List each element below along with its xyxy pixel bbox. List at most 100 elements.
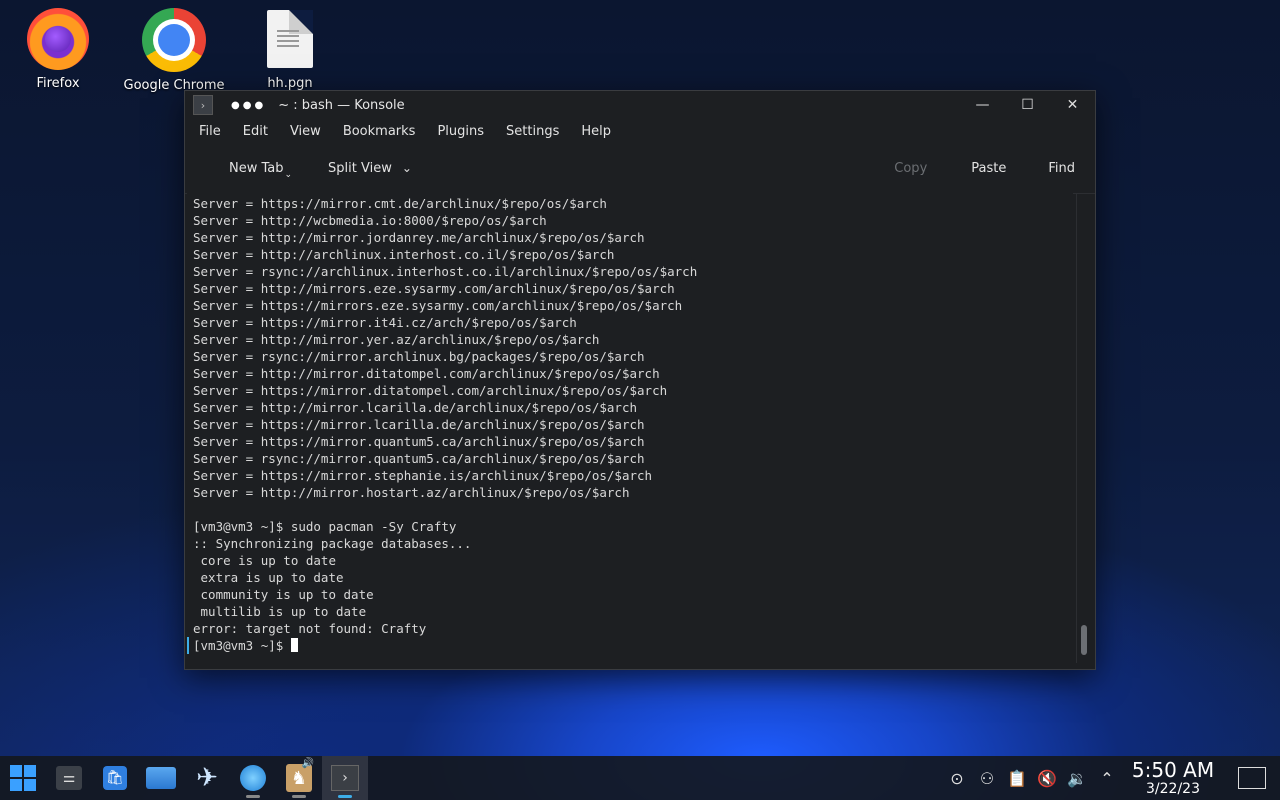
user-switch-icon[interactable]: ⚇	[972, 769, 1002, 788]
terminal-line: Server = https://mirror.it4i.cz/arch/$re…	[193, 315, 577, 330]
system-settings-icon: ⚌	[56, 766, 82, 790]
konsole-app-icon[interactable]: ›	[193, 95, 213, 115]
terminal-output[interactable]: Server = https://mirror.cmt.de/archlinux…	[187, 193, 1073, 663]
terminal-line: extra is up to date	[193, 570, 344, 585]
terminal-line: Server = http://mirror.ditatompel.com/ar…	[193, 366, 660, 381]
terminal-line: error: target not found: Crafty	[193, 621, 427, 636]
start-menu-button[interactable]	[0, 756, 46, 800]
terminal-line: Server = https://mirror.cmt.de/archlinux…	[193, 196, 607, 211]
start-menu-icon	[10, 765, 36, 791]
terminal-prompt: [vm3@vm3 ~]$	[193, 638, 291, 653]
split-view-button[interactable]: Split View ⌄	[328, 161, 412, 176]
menu-plugins[interactable]: Plugins	[437, 124, 484, 139]
taskbar-konsole[interactable]: ›	[322, 756, 368, 800]
konsole-window: › ●●● ~ : bash — Konsole — ☐ ✕ File Edit…	[184, 90, 1096, 670]
discover-store-icon: 🛍	[103, 766, 127, 790]
terminal-line: Server = https://mirror.ditatompel.com/a…	[193, 383, 668, 398]
taskbar-chess-app[interactable]: ♞ 🔊	[276, 756, 322, 800]
running-indicator	[246, 795, 260, 798]
network-app-icon: ✈	[196, 763, 218, 793]
terminal-line: :: Synchronizing package databases...	[193, 536, 472, 551]
clock-time: 5:50 AM	[1131, 758, 1215, 782]
terminal-line: Server = https://mirror.lcarilla.de/arch…	[193, 417, 645, 432]
clock-date: 3/22/23	[1146, 781, 1200, 797]
file-manager-icon	[146, 767, 176, 789]
taskbar: ⚌ 🛍 ✈ ♞ 🔊 › ⊙ ⚇ 📋 🔇 🔉 ⌃ 5:50 AM 3/22/23	[0, 756, 1280, 800]
paste-label: Paste	[971, 160, 1007, 176]
firefox-icon	[27, 8, 89, 70]
terminal-line: multilib is up to date	[193, 604, 367, 619]
clipboard-icon[interactable]: 📋	[1002, 769, 1032, 788]
show-desktop-button[interactable]	[1238, 767, 1266, 789]
system-tray: ⊙ ⚇ 📋 🔇 🔉 ⌃ 5:50 AM 3/22/23	[942, 759, 1280, 797]
terminal-scrollbar[interactable]	[1076, 193, 1091, 663]
copy-button[interactable]: Copy	[894, 161, 927, 176]
file-icon	[267, 10, 313, 68]
menu-bookmarks[interactable]: Bookmarks	[343, 124, 416, 139]
desktop-icon-firefox[interactable]: Firefox	[3, 8, 113, 91]
terminal-line: Server = http://wcbmedia.io:8000/$repo/o…	[193, 213, 547, 228]
running-indicator	[292, 795, 306, 798]
chevron-down-icon: ⌄	[401, 161, 412, 175]
taskbar-system-settings[interactable]: ⚌	[46, 756, 92, 800]
new-tab-button[interactable]: New Tab ⌄	[229, 156, 293, 181]
terminal-line: Server = http://archlinux.interhost.co.i…	[193, 247, 615, 262]
terminal-line: Server = https://mirror.stephanie.is/arc…	[193, 468, 653, 483]
scrollbar-thumb[interactable]	[1081, 625, 1087, 655]
desktop-icon-label: hh.pgn	[267, 76, 313, 91]
text-cursor	[290, 638, 298, 652]
taskbar-discover-store[interactable]: 🛍	[92, 756, 138, 800]
terminal-line: [vm3@vm3 ~]$ sudo pacman -Sy Crafty	[193, 519, 457, 534]
menu-view[interactable]: View	[290, 124, 321, 139]
menu-edit[interactable]: Edit	[243, 124, 268, 139]
desktop-icon-label: Firefox	[36, 76, 80, 91]
minimize-button[interactable]: —	[960, 91, 1005, 119]
window-menu-dots-icon[interactable]: ●●●	[231, 100, 266, 111]
terminal-line: Server = rsync://mirror.quantum5.ca/arch…	[193, 451, 645, 466]
menubar: File Edit View Bookmarks Plugins Setting…	[185, 119, 1095, 143]
toolbar: New Tab ⌄ Split View ⌄ Copy Paste Find	[185, 143, 1095, 194]
desktop-icon-hh-pgn[interactable]: hh.pgn	[235, 10, 345, 91]
maximize-button[interactable]: ☐	[1005, 91, 1050, 119]
terminal-line: Server = https://mirrors.eze.sysarmy.com…	[193, 298, 683, 313]
terminal-line: Server = http://mirrors.eze.sysarmy.com/…	[193, 281, 675, 296]
terminal-prompt-line[interactable]: [vm3@vm3 ~]$	[187, 637, 1073, 654]
digital-clock[interactable]: 5:50 AM 3/22/23	[1128, 759, 1218, 797]
paste-button[interactable]: Paste	[971, 161, 1006, 176]
close-icon: ✕	[1066, 97, 1079, 113]
menu-file[interactable]: File	[199, 124, 221, 139]
konsole-icon: ›	[331, 765, 359, 791]
browser-icon	[240, 765, 266, 791]
minimize-icon: —	[975, 97, 990, 113]
taskbar-browser[interactable]	[230, 756, 276, 800]
audio-muted-icon[interactable]: 🔇	[1032, 769, 1062, 788]
window-title: ~ : bash — Konsole	[278, 97, 405, 113]
terminal-line: community is up to date	[193, 587, 374, 602]
close-button[interactable]: ✕	[1050, 91, 1095, 119]
new-tab-dropdown-icon: ⌄	[284, 170, 293, 180]
terminal-line: Server = rsync://mirror.archlinux.bg/pac…	[193, 349, 645, 364]
taskbar-network-app[interactable]: ✈	[184, 756, 230, 800]
terminal-line: Server = http://mirror.hostart.az/archli…	[193, 485, 630, 500]
split-view-label: Split View	[328, 160, 392, 176]
tray-expand-icon[interactable]: ⌃	[1092, 769, 1122, 788]
updates-icon[interactable]: ⊙	[942, 769, 972, 788]
active-indicator	[338, 795, 352, 798]
volume-icon[interactable]: 🔉	[1062, 769, 1092, 788]
desktop-icon-chrome[interactable]: Google Chrome	[119, 8, 229, 93]
terminal-line: Server = http://mirror.yer.az/archlinux/…	[193, 332, 600, 347]
titlebar[interactable]: › ●●● ~ : bash — Konsole — ☐ ✕	[185, 91, 1095, 119]
terminal-line: Server = https://mirror.quantum5.ca/arch…	[193, 434, 645, 449]
terminal-line: Server = http://mirror.lcarilla.de/archl…	[193, 400, 638, 415]
find-button[interactable]: Find	[1048, 161, 1075, 176]
find-label: Find	[1048, 160, 1075, 176]
menu-help[interactable]: Help	[581, 124, 611, 139]
taskbar-file-manager[interactable]	[138, 756, 184, 800]
chrome-icon	[142, 8, 206, 72]
terminal-line: Server = rsync://archlinux.interhost.co.…	[193, 264, 698, 279]
copy-label: Copy	[894, 160, 928, 176]
audio-playing-icon: 🔊	[301, 758, 314, 769]
menu-settings[interactable]: Settings	[506, 124, 559, 139]
new-tab-label: New Tab	[229, 160, 284, 176]
